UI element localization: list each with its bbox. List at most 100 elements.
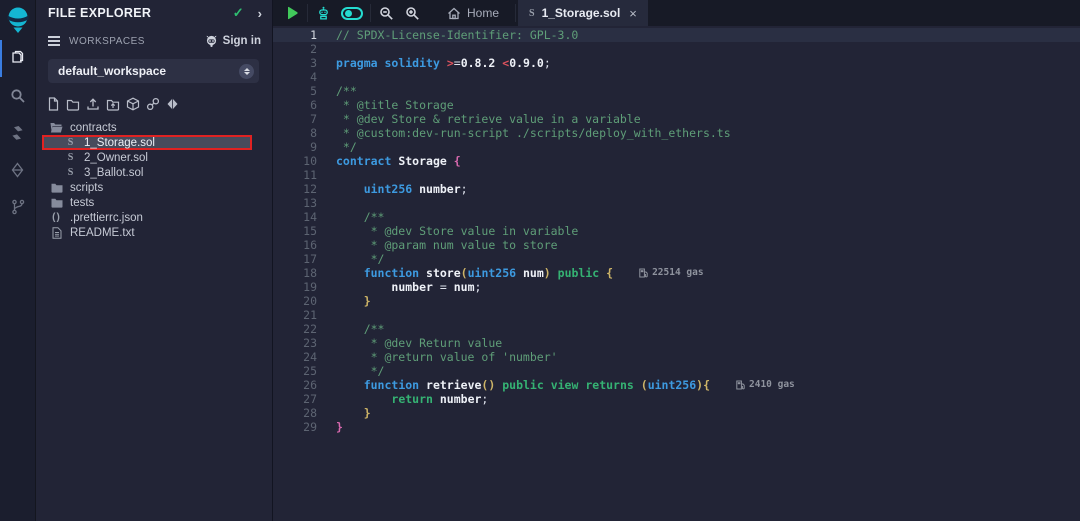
- code-line[interactable]: 29}: [273, 420, 1080, 434]
- code-line-content[interactable]: */: [317, 140, 357, 154]
- line-number[interactable]: 10: [273, 154, 317, 168]
- remix-logo[interactable]: [0, 0, 35, 40]
- line-number[interactable]: 14: [273, 210, 317, 224]
- code-line-content[interactable]: * @dev Store value in variable: [317, 224, 578, 238]
- chevron-right-icon[interactable]: ›: [258, 6, 262, 21]
- line-number[interactable]: 1: [273, 28, 317, 42]
- code-line[interactable]: 26 function retrieve() public view retur…: [273, 378, 1080, 392]
- line-number[interactable]: 16: [273, 238, 317, 252]
- line-number[interactable]: 8: [273, 126, 317, 140]
- line-number[interactable]: 29: [273, 420, 317, 434]
- line-number[interactable]: 24: [273, 350, 317, 364]
- new-file-icon[interactable]: [47, 97, 60, 111]
- tree-item[interactable]: S3_Ballot.sol: [36, 165, 272, 180]
- line-number[interactable]: 22: [273, 322, 317, 336]
- code-line[interactable]: 1// SPDX-License-Identifier: GPL-3.0: [273, 28, 1080, 42]
- file-explorer-icon[interactable]: [0, 40, 35, 77]
- code-line[interactable]: 8 * @custom:dev-run-script ./scripts/dep…: [273, 126, 1080, 140]
- code-editor[interactable]: 1// SPDX-License-Identifier: GPL-3.023pr…: [273, 26, 1080, 521]
- line-number[interactable]: 25: [273, 364, 317, 378]
- line-number[interactable]: 11: [273, 168, 317, 182]
- check-icon[interactable]: ✓: [233, 5, 244, 21]
- tree-item[interactable]: S2_Owner.sol: [36, 150, 272, 165]
- code-line[interactable]: 7 * @dev Store & retrieve value in a var…: [273, 112, 1080, 126]
- code-line-content[interactable]: * @custom:dev-run-script ./scripts/deplo…: [317, 126, 731, 140]
- workspace-select[interactable]: default_workspace: [48, 59, 259, 83]
- code-line-content[interactable]: }: [317, 406, 371, 420]
- run-icon[interactable]: [279, 0, 305, 26]
- code-line[interactable]: 6 * @title Storage: [273, 98, 1080, 112]
- tree-item[interactable]: contracts: [36, 120, 272, 135]
- code-line[interactable]: 17 */: [273, 252, 1080, 266]
- code-line-content[interactable]: /**: [317, 84, 357, 98]
- code-line[interactable]: 10contract Storage {: [273, 154, 1080, 168]
- code-line[interactable]: 15 * @dev Store value in variable: [273, 224, 1080, 238]
- code-line[interactable]: 9 */: [273, 140, 1080, 154]
- zoom-in-icon[interactable]: [399, 0, 425, 26]
- line-number[interactable]: 18: [273, 266, 317, 280]
- code-line[interactable]: 25 */: [273, 364, 1080, 378]
- line-number[interactable]: 4: [273, 70, 317, 84]
- code-line[interactable]: 16 * @param num value to store: [273, 238, 1080, 252]
- code-line-content[interactable]: * @dev Return value: [317, 336, 502, 350]
- code-line-content[interactable]: * @title Storage: [317, 98, 454, 112]
- code-line[interactable]: 3pragma solidity >=0.8.2 <0.9.0;: [273, 56, 1080, 70]
- upload-folder-icon[interactable]: [106, 98, 120, 111]
- code-line[interactable]: 5/**: [273, 84, 1080, 98]
- code-line-content[interactable]: */: [317, 252, 384, 266]
- code-line-content[interactable]: /**: [317, 322, 384, 336]
- code-line-content[interactable]: uint256 number;: [317, 182, 468, 196]
- code-line-content[interactable]: contract Storage {: [317, 154, 461, 168]
- code-line-content[interactable]: pragma solidity >=0.8.2 <0.9.0;: [317, 56, 551, 70]
- search-icon[interactable]: [0, 77, 35, 114]
- line-number[interactable]: 9: [273, 140, 317, 154]
- code-line[interactable]: 14 /**: [273, 210, 1080, 224]
- line-number[interactable]: 19: [273, 280, 317, 294]
- link-icon[interactable]: [146, 97, 160, 111]
- line-number[interactable]: 27: [273, 392, 317, 406]
- code-line[interactable]: 4: [273, 70, 1080, 84]
- code-line[interactable]: 28 }: [273, 406, 1080, 420]
- code-line-content[interactable]: }: [317, 294, 371, 308]
- zoom-out-icon[interactable]: [373, 0, 399, 26]
- code-line[interactable]: 27 return number;: [273, 392, 1080, 406]
- line-number[interactable]: 17: [273, 252, 317, 266]
- code-line-content[interactable]: * @return value of 'number': [317, 350, 558, 364]
- code-line[interactable]: 12 uint256 number;: [273, 182, 1080, 196]
- hamburger-menu-icon[interactable]: [48, 36, 60, 46]
- code-line-content[interactable]: return number;: [317, 392, 488, 406]
- code-line-content[interactable]: // SPDX-License-Identifier: GPL-3.0: [317, 28, 578, 42]
- code-line-content[interactable]: * @param num value to store: [317, 238, 558, 252]
- line-number[interactable]: 5: [273, 84, 317, 98]
- line-number[interactable]: 21: [273, 308, 317, 322]
- tree-item[interactable]: tests: [36, 195, 272, 210]
- ai-toggle[interactable]: [336, 0, 368, 26]
- close-icon[interactable]: ×: [629, 6, 637, 21]
- line-number[interactable]: 7: [273, 112, 317, 126]
- code-line[interactable]: 2: [273, 42, 1080, 56]
- line-number[interactable]: 6: [273, 98, 317, 112]
- line-number[interactable]: 28: [273, 406, 317, 420]
- code-line-content[interactable]: * @dev Store & retrieve value in a varia…: [317, 112, 641, 126]
- gem-icon[interactable]: [166, 97, 179, 111]
- code-line[interactable]: 18 function store(uint256 num) public {2…: [273, 266, 1080, 280]
- line-number[interactable]: 23: [273, 336, 317, 350]
- code-line-content[interactable]: number = num;: [317, 280, 481, 294]
- tree-item[interactable]: S1_Storage.sol: [42, 135, 252, 150]
- solidity-compiler-icon[interactable]: [0, 114, 35, 151]
- line-number[interactable]: 26: [273, 378, 317, 392]
- ai-assistant-icon[interactable]: [310, 0, 336, 26]
- line-number[interactable]: 12: [273, 182, 317, 196]
- tab-home[interactable]: Home: [433, 0, 513, 26]
- code-line[interactable]: 13: [273, 196, 1080, 210]
- line-number[interactable]: 3: [273, 56, 317, 70]
- code-line[interactable]: 20 }: [273, 294, 1080, 308]
- code-line-content[interactable]: /**: [317, 210, 384, 224]
- line-number[interactable]: 20: [273, 294, 317, 308]
- code-line[interactable]: 19 number = num;: [273, 280, 1080, 294]
- cube-icon[interactable]: [126, 97, 140, 111]
- tree-item[interactable]: ().prettierrc.json: [36, 210, 272, 225]
- git-icon[interactable]: [0, 188, 35, 225]
- sign-in-button[interactable]: Sign in: [205, 35, 261, 48]
- upload-file-icon[interactable]: [86, 97, 100, 111]
